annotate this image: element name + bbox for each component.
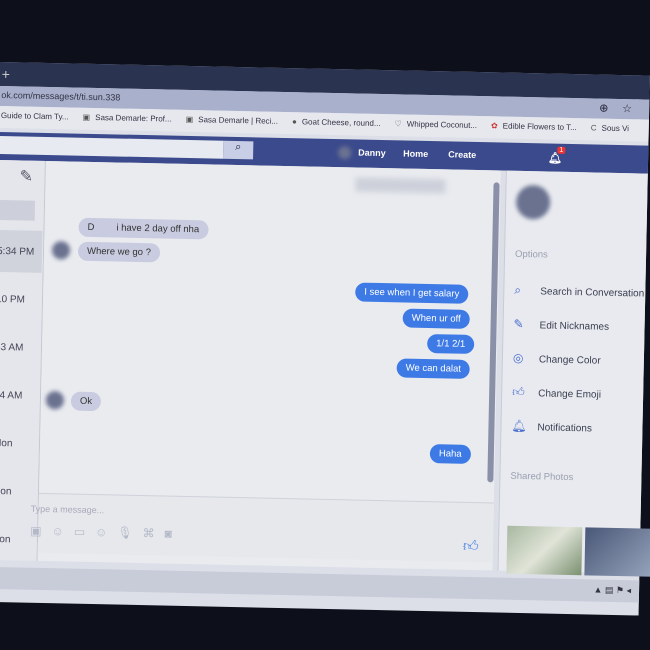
bookmark[interactable]: ♡ Whipped Coconut... — [394, 119, 477, 133]
bookmark[interactable]: C Sous Vi — [591, 123, 629, 136]
message-bubble: Where we go ? — [77, 241, 161, 263]
shared-photo[interactable] — [506, 525, 583, 576]
search-icon: ⌕ — [514, 282, 522, 297]
message-bubble: Di have 2 day off nha — [78, 217, 209, 240]
search-in-conversation[interactable]: ⌕ Search in Conversation — [514, 283, 644, 301]
bell-icon: 🔔︎ — [511, 418, 527, 434]
home-link[interactable]: Home — [403, 148, 428, 159]
microphone-icon[interactable]: 🎙︎ — [117, 526, 133, 540]
profile-link[interactable]: Danny — [358, 148, 386, 159]
like-icon[interactable]: 👍︎ — [463, 538, 479, 556]
contact-avatar — [45, 391, 65, 410]
bookmark[interactable]: ● Goat Cheese, round... — [292, 117, 381, 131]
bookmark[interactable]: ▣ Sasa Demarle: Prof... — [82, 112, 172, 127]
search-button[interactable]: ⌕ — [223, 140, 254, 160]
gif-icon[interactable]: ▭ — [74, 525, 86, 539]
bookmark-icon: ▣ — [185, 114, 194, 125]
bookmark-icon: ▣ — [82, 112, 91, 122]
avatar[interactable] — [338, 146, 352, 160]
bookmark[interactable]: Guide to Clam Ty... — [1, 111, 69, 124]
message-bubble: 1/1 2/1 — [426, 334, 475, 354]
search-input[interactable] — [0, 135, 224, 159]
shared-photos-heading: Shared Photos — [510, 470, 574, 484]
conversation-time[interactable]: Mon — [0, 438, 13, 449]
message-bubble: We can dalat — [396, 358, 471, 379]
conversation-info-panel: Options ⌕ Search in Conversation ✎ Edit Ni… — [497, 170, 650, 577]
message-bubble: Ok — [70, 391, 102, 412]
conversation-time[interactable]: 10 PM — [0, 294, 25, 306]
new-tab-button[interactable]: + — [2, 66, 11, 82]
tray-icons[interactable]: ▲ ▤ ⚑ ◂ — [593, 585, 631, 596]
bookmark-icon: C — [590, 123, 597, 133]
thumbs-up-icon: 👍︎ — [512, 384, 525, 400]
search-icon: ⌕ — [235, 140, 242, 154]
conversation-title — [355, 177, 446, 194]
screen: + ok.com/messages/t/ti.sun.338 ⊕ ☆ Guide … — [0, 62, 650, 616]
change-emoji[interactable]: 👍︎ Change Emoji — [512, 385, 601, 402]
star-icon[interactable]: ☆ — [622, 102, 632, 115]
create-link[interactable]: Create — [448, 149, 476, 160]
conversation-time[interactable]: Mon — [0, 534, 11, 545]
bookmark-icon: ♡ — [394, 119, 402, 129]
conversation-time[interactable]: 33 AM — [0, 342, 23, 354]
bookmark[interactable]: ✿ Edible Flowers to T... — [491, 121, 577, 135]
emoji-icon[interactable]: ☺ — [95, 525, 108, 539]
game-icon[interactable]: ⌘ — [142, 526, 154, 540]
contact-avatar — [51, 241, 71, 260]
edit-nicknames[interactable]: ✎ Edit Nicknames — [513, 317, 609, 333]
message-bubble: When ur off — [402, 308, 470, 329]
message-input[interactable]: Type a message... — [31, 504, 105, 516]
contact-avatar — [515, 184, 551, 220]
message-bubble: I see when I get salary — [355, 282, 469, 304]
zoom-icon[interactable]: ⊕ — [599, 102, 608, 115]
bookmark-icon: ● — [291, 117, 297, 127]
camera-icon[interactable]: ◙ — [164, 527, 172, 541]
options-heading: Options — [514, 248, 548, 261]
url-text: ok.com/messages/t/ti.sun.338 — [1, 90, 121, 103]
search-messenger[interactable] — [0, 199, 36, 221]
shared-photo[interactable] — [584, 527, 650, 577]
notifications[interactable]: 🔔︎ Notifications — [511, 419, 592, 435]
notification-badge: 1 — [557, 146, 566, 154]
palette-icon: ◎ — [512, 350, 524, 366]
conversation-time[interactable]: 5:34 PM — [0, 246, 34, 258]
compose-icon[interactable]: ✎ — [19, 166, 33, 186]
message-bubble: Haha — [429, 444, 471, 464]
change-color[interactable]: ◎ Change Color — [513, 351, 601, 367]
bookmark[interactable]: ▣ Sasa Demarle | Reci... — [185, 114, 279, 129]
composer: Type a message... ▣ ☺ ▭ ☺ 🎙︎ ⌘ ◙ 👍︎ — [30, 492, 494, 563]
conversation-time[interactable]: 24 AM — [0, 390, 22, 402]
pencil-icon: ✎ — [513, 316, 524, 332]
sticker-icon[interactable]: ☺ — [51, 524, 64, 538]
image-icon[interactable]: ▣ — [30, 524, 42, 538]
conversation-time[interactable]: Mon — [0, 486, 12, 497]
bookmark-icon: ✿ — [490, 121, 498, 131]
